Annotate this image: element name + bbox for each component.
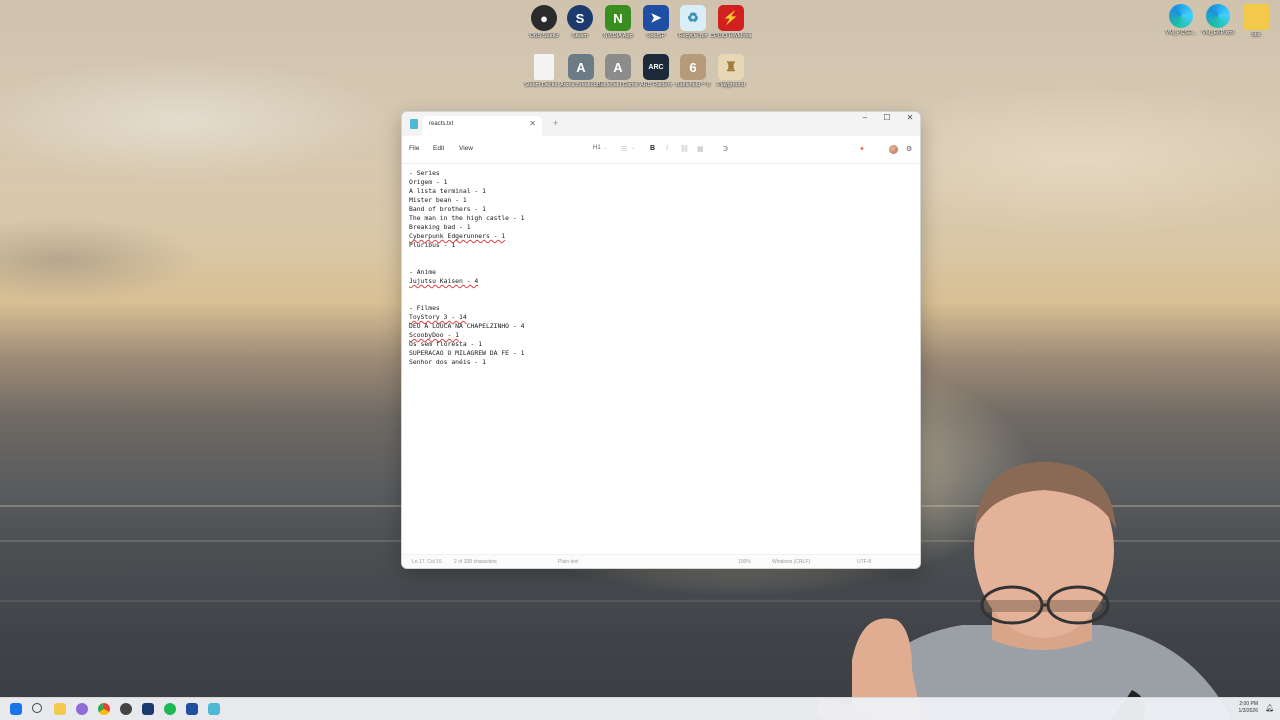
list-icon[interactable]: ☰ xyxy=(621,145,627,153)
text-line: Senhor dos anéis - 1 xyxy=(409,358,486,366)
desktop-icon-obs-folder[interactable]: obs xyxy=(1235,4,1277,39)
clear-formatting-icon[interactable]: Ꜿ xyxy=(723,145,728,153)
game-icon: A xyxy=(605,54,631,80)
text-line: - Series xyxy=(409,169,440,177)
text-line: Mister bean - 1 xyxy=(409,196,467,204)
text-line xyxy=(409,259,920,268)
clock-time: 2:00 PM xyxy=(1239,701,1258,707)
text-line: Origem - 1 xyxy=(409,178,448,186)
start-icon[interactable] xyxy=(10,703,22,715)
tab-title: reacts.txt xyxy=(429,121,454,127)
text-line: Cyberpunk Edgerunners - 1 xyxy=(409,232,506,240)
format-indicator[interactable]: Plain text xyxy=(558,559,579,565)
webcam-person-image xyxy=(817,461,1232,720)
game-icon: ARC xyxy=(643,54,669,80)
vscode-icon[interactable] xyxy=(186,703,198,715)
text-line xyxy=(409,295,920,304)
zoom-level[interactable]: 100% xyxy=(738,559,751,565)
text-line: A lista terminal - 1 xyxy=(409,187,486,195)
desktop-icon-vm-ekp[interactable]: VM_EKP.xml xyxy=(1197,4,1239,37)
italic-button[interactable]: I xyxy=(666,145,668,152)
link-icon[interactable]: ⛓ xyxy=(680,145,689,153)
avatar[interactable] xyxy=(889,145,898,154)
gear-icon[interactable]: ⚙ xyxy=(906,145,912,153)
file-explorer-icon[interactable] xyxy=(54,703,66,715)
text-line: DEU A LOUCA NA CHAPELZINHO - 4 xyxy=(409,322,525,330)
minimize-icon[interactable]: – xyxy=(854,113,876,122)
game-icon: 6 xyxy=(680,54,706,80)
chevron-down-icon[interactable]: ⌄ xyxy=(603,145,607,151)
selection-count: 2 of 338 characters xyxy=(454,559,497,565)
heading-button[interactable]: H1 xyxy=(593,145,601,151)
desktop-icon-battlefield-launcher[interactable]: A Battlefield Game I... xyxy=(597,54,639,89)
maximize-icon[interactable]: ☐ xyxy=(876,113,898,122)
text-line: Os sem floresta - 1 xyxy=(409,340,483,348)
desktop-icon-vm-pcse[interactable]: VM_PCSE... xyxy=(1160,4,1202,37)
desktop-icon-battlefield-6[interactable]: 6 Battlefield™ 6 xyxy=(672,54,714,89)
search-icon[interactable] xyxy=(32,703,42,713)
desktop-icon-arc-raiders[interactable]: ARC ARC Raiders xyxy=(635,54,677,89)
desktop-icon-playground[interactable]: ♜ Playground xyxy=(710,54,752,89)
edge-icon xyxy=(1169,4,1193,28)
chrome-icon[interactable] xyxy=(98,703,110,715)
text-line xyxy=(409,250,920,259)
table-icon[interactable]: ▦ xyxy=(697,145,704,153)
text-line: Pluribus - 1 xyxy=(409,241,456,249)
taskbar: 2:00 PM 1/3/2026 🔔︎ xyxy=(0,697,1280,720)
webcam-overlay xyxy=(812,460,1242,720)
text-line: Jujutsu Kaisen - 4 xyxy=(409,277,479,285)
app-icon: ➤ xyxy=(643,5,669,31)
text-line xyxy=(409,286,920,295)
text-line: - Filmes xyxy=(409,304,440,312)
close-icon[interactable]: ✕ xyxy=(899,113,920,122)
menu-file[interactable]: File xyxy=(409,145,419,152)
menu-bar: File Edit View H1 ⌄ ☰ ⌄ B I ⛓ ▦ Ꜿ ✦ ⚙ xyxy=(402,136,920,164)
spotify-icon[interactable] xyxy=(164,703,176,715)
discord-icon[interactable] xyxy=(76,703,88,715)
chevron-down-icon[interactable]: ⌄ xyxy=(631,145,635,151)
hwmonitor-icon: ⚡ xyxy=(718,5,744,31)
obs-icon: ● xyxy=(531,5,557,31)
text-line: SUPERACAO O MILAGREW DA FE - 1 xyxy=(409,349,525,357)
notification-icon[interactable]: 🔔︎ xyxy=(1265,704,1274,712)
steam-taskbar-icon[interactable] xyxy=(142,703,154,715)
text-line-selected: ToyStory 3 - 14 xyxy=(409,313,467,321)
obs-taskbar-icon[interactable] xyxy=(120,703,132,715)
text-line: Band of brothers - 1 xyxy=(409,205,486,213)
desktop-icon-soulsp[interactable]: ➤ SoulSP xyxy=(635,5,677,40)
desktop-icon-arena-breakout[interactable]: A Arena Breakout: Infinite xyxy=(560,54,602,89)
desktop-icon-nvidia[interactable]: N NVIDIA App xyxy=(597,5,639,40)
desktop-icon-hwmonitor[interactable]: ⚡ CPUID HWMonitor xyxy=(710,5,752,40)
game-icon: A xyxy=(568,54,594,80)
steam-icon: S xyxy=(567,5,593,31)
clock-date: 1/3/2026 xyxy=(1238,708,1258,714)
desktop-icon-recycle-bin[interactable]: ♻ Recycle Bin xyxy=(672,5,714,40)
file-icon xyxy=(534,54,554,80)
desktop-icon-steam[interactable]: S Steam xyxy=(559,5,601,40)
text-line: ScoobyDoo - 1 xyxy=(409,331,460,339)
desktop-icon-file[interactable]: Steam Deckto... xyxy=(523,54,565,89)
menu-view[interactable]: View xyxy=(459,145,473,152)
notepad-taskbar-icon[interactable] xyxy=(208,703,220,715)
text-line: The man in the high castle - 1 xyxy=(409,214,525,222)
cursor-position: Ln 17, Col 16 xyxy=(412,559,442,565)
new-tab-icon[interactable]: + xyxy=(553,118,558,128)
recycle-bin-icon: ♻ xyxy=(680,5,706,31)
taskbar-clock[interactable]: 2:00 PM 1/3/2026 xyxy=(1239,701,1258,715)
line-ending[interactable]: Windows (CRLF) xyxy=(772,559,810,565)
text-line: - Anime xyxy=(409,268,436,276)
text-line: Breaking bad - 1 xyxy=(409,223,471,231)
title-bar[interactable]: reacts.txt ✕ + – ☐ ✕ xyxy=(402,112,920,136)
edge-icon xyxy=(1206,4,1230,28)
tab-reacts[interactable]: reacts.txt ✕ xyxy=(422,116,542,136)
bold-button[interactable]: B xyxy=(650,145,655,152)
menu-edit[interactable]: Edit xyxy=(433,145,444,152)
nvidia-icon: N xyxy=(605,5,631,31)
copilot-icon[interactable]: ✦ xyxy=(859,145,865,153)
folder-icon xyxy=(1243,4,1269,30)
tab-close-icon[interactable]: ✕ xyxy=(529,119,536,128)
notepad-app-icon xyxy=(410,119,418,129)
game-icon: ♜ xyxy=(718,54,744,80)
